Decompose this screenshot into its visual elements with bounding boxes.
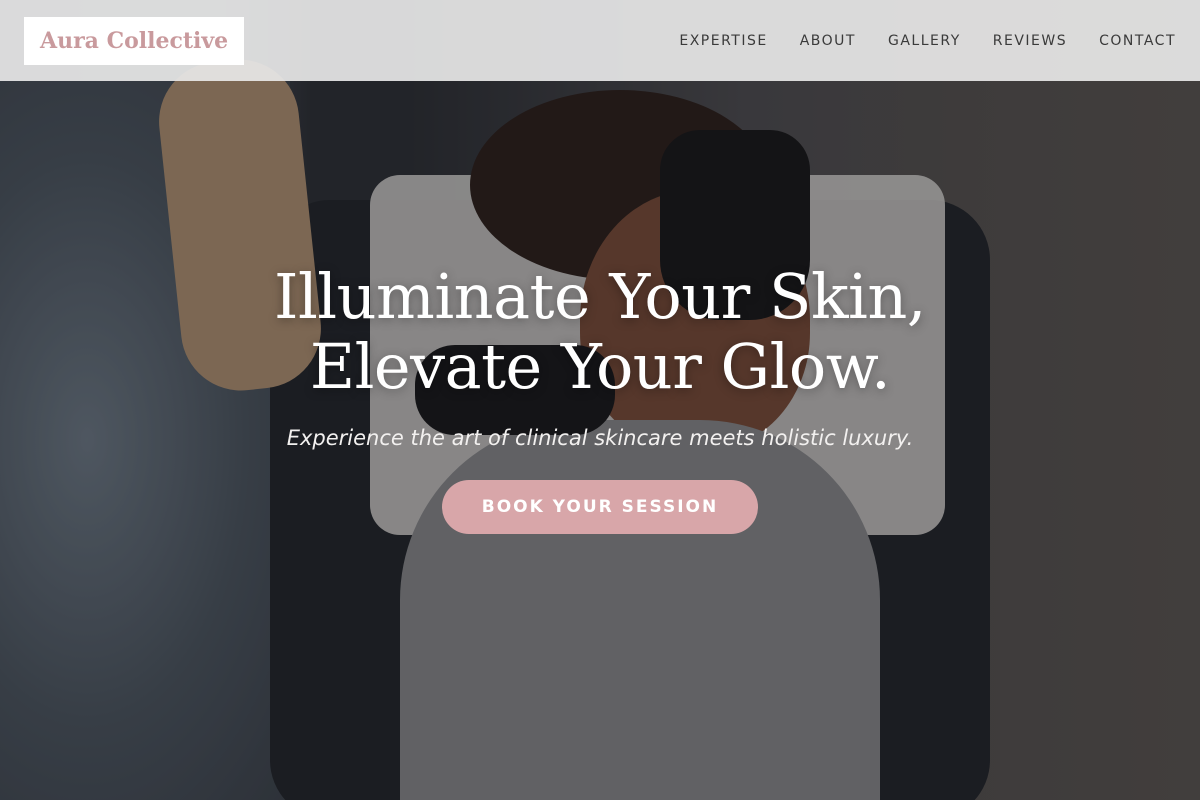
book-session-button[interactable]: BOOK YOUR SESSION: [441, 480, 759, 534]
headline-line-2: Elevate Your Glow.: [309, 330, 891, 403]
hero-subheadline: Experience the art of clinical skincare …: [286, 426, 914, 450]
site-header: Aura Collective EXPERTISE ABOUT GALLERY …: [0, 0, 1200, 81]
nav-link-gallery[interactable]: GALLERY: [888, 33, 961, 49]
nav-link-reviews[interactable]: REVIEWS: [993, 33, 1067, 49]
nav-link-contact[interactable]: CONTACT: [1099, 33, 1176, 49]
main-nav: EXPERTISE ABOUT GALLERY REVIEWS CONTACT: [679, 33, 1176, 49]
hero-content: Illuminate Your Skin, Elevate Your Glow.…: [0, 262, 1200, 534]
nav-link-expertise[interactable]: EXPERTISE: [679, 33, 767, 49]
brand-logo[interactable]: Aura Collective: [24, 16, 245, 65]
nav-link-about[interactable]: ABOUT: [800, 33, 856, 49]
hero-headline: Illuminate Your Skin, Elevate Your Glow.: [0, 262, 1200, 402]
headline-line-1: Illuminate Your Skin,: [273, 260, 927, 333]
